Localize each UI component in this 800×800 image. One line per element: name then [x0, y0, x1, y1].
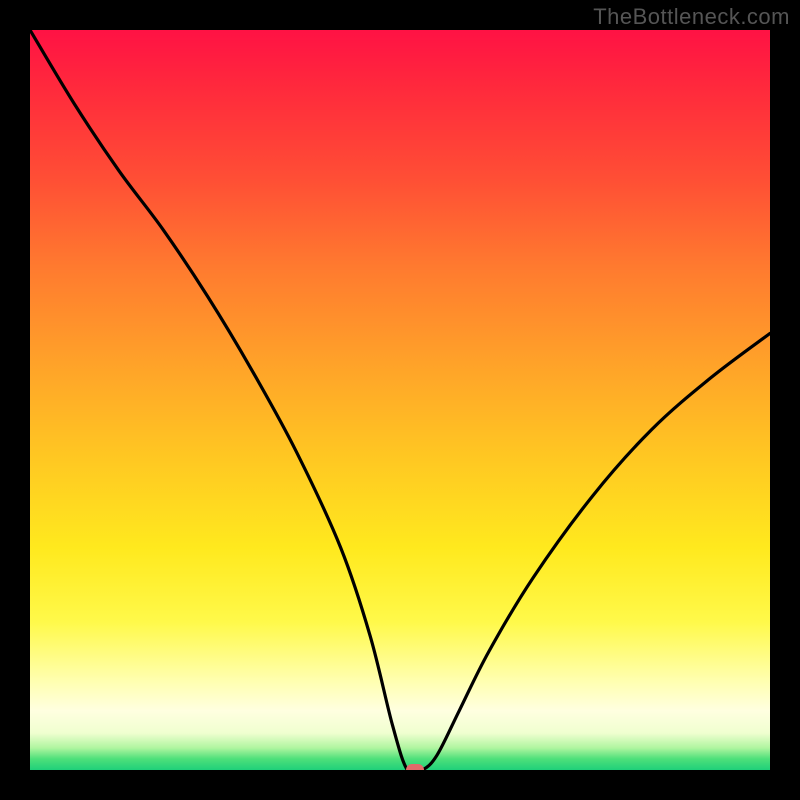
bottleneck-curve [30, 30, 770, 770]
plot-area [30, 30, 770, 770]
minimum-marker [406, 764, 424, 770]
watermark-text: TheBottleneck.com [593, 4, 790, 30]
chart-container: TheBottleneck.com [0, 0, 800, 800]
